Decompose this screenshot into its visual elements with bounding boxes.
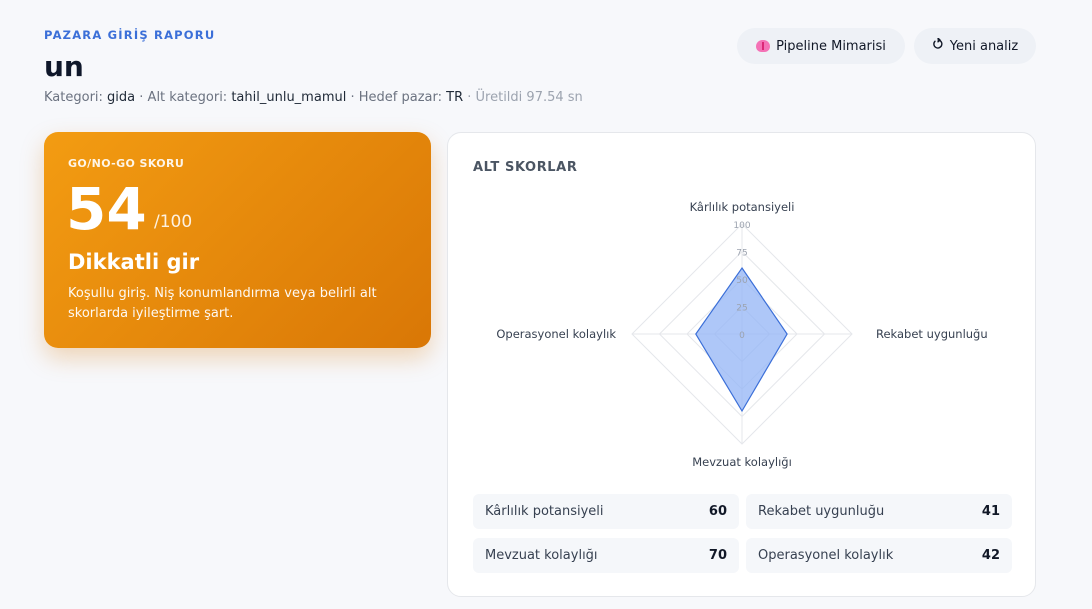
report-eyebrow: PAZARA GİRİŞ RAPORU — [44, 28, 216, 42]
subscore-name: Rekabet uygunluğu — [758, 504, 885, 519]
subscores-card: ALT SKORLAR 0 25 50 75 100 Kârlılık potansiye… — [447, 132, 1036, 597]
radar-axis-label: Rekabet uygunluğu — [876, 327, 988, 341]
subscore-cell-operations: Operasyonel kolaylık 42 — [746, 538, 1012, 573]
subscore-cell-regulation: Mevzuat kolaylığı 70 — [473, 538, 739, 573]
radar-tick-label: 100 — [733, 221, 750, 231]
subscore-name: Kârlılık potansiyeli — [485, 504, 604, 519]
brain-icon — [756, 40, 771, 52]
score-label: GO/NO-GO SKORU — [68, 157, 185, 170]
generated-time: · Üretildi 97.54 sn — [467, 90, 583, 105]
radar-chart: 0 25 50 75 100 Kârlılık potansiyeli Rekabet uy… — [496, 200, 988, 469]
radar-tick-label: 50 — [736, 276, 748, 286]
score-max: /100 — [154, 212, 193, 232]
refresh-icon — [932, 37, 944, 54]
radar-tick-label: 25 — [736, 304, 747, 314]
go-no-go-score-card: GO/NO-GO SKORU 54 /100 Dikkatli gir Koşu… — [44, 132, 431, 348]
subscore-cell-competition: Rekabet uygunluğu 41 — [746, 494, 1012, 529]
new-analysis-label: Yeni analiz — [949, 38, 1019, 54]
radar-tick-label: 75 — [736, 249, 747, 259]
page-title: un — [44, 50, 84, 83]
score-value: 54 — [66, 175, 147, 243]
pipeline-architecture-button[interactable]: Pipeline Mimarisi — [737, 28, 905, 64]
subscore-name: Mevzuat kolaylığı — [485, 548, 598, 563]
subscore-value: 41 — [981, 504, 1000, 519]
category-label: Kategori: — [44, 90, 103, 105]
radar-axis-label: Mevzuat kolaylığı — [692, 455, 792, 469]
report-meta: Kategori: gida · Alt kategori: tahil_unl… — [44, 90, 583, 105]
new-analysis-button[interactable]: Yeni analiz — [914, 28, 1036, 64]
subcategory-label: Alt kategori: — [147, 90, 228, 105]
score-description: Koşullu giriş. Niş konumlandırma veya be… — [68, 286, 377, 321]
subscore-name: Operasyonel kolaylık — [758, 548, 894, 563]
radar-tick-label: 0 — [739, 331, 745, 341]
score-verdict: Dikkatli gir — [68, 250, 200, 274]
category-value: gida — [107, 90, 136, 105]
subscore-value: 60 — [708, 504, 727, 519]
subscore-value: 70 — [708, 548, 727, 563]
market-value: TR — [446, 90, 464, 105]
radar-axis-label: Kârlılık potansiyeli — [690, 200, 795, 214]
subcategory-value: tahil_unlu_mamul — [231, 90, 347, 105]
radar-axis-label: Operasyonel kolaylık — [496, 327, 616, 341]
subscore-cell-profitability: Kârlılık potansiyeli 60 — [473, 494, 739, 529]
market-label: Hedef pazar: — [358, 90, 442, 105]
subscore-value: 42 — [981, 548, 1000, 563]
pipeline-button-label: Pipeline Mimarisi — [776, 38, 886, 54]
